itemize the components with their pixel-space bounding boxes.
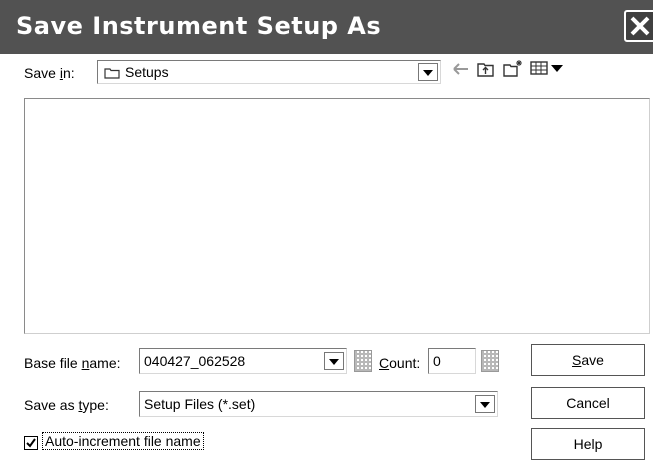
dialog-body: Save in: Setups Base file name: 040427_0…	[0, 54, 653, 466]
base-file-name-input[interactable]: 040427_062528	[139, 348, 347, 374]
close-icon	[630, 16, 650, 36]
title-bar[interactable]: Save Instrument Setup As	[0, 0, 653, 54]
count-input[interactable]: 0	[428, 348, 476, 374]
close-button[interactable]	[624, 10, 653, 42]
dialog-title: Save Instrument Setup As	[16, 12, 382, 40]
base-file-name-value: 040427_062528	[144, 353, 246, 369]
file-list[interactable]	[24, 98, 650, 334]
count-label: Count:	[379, 355, 421, 371]
save-in-value: Setups	[125, 64, 169, 80]
save-setup-dialog: Save Instrument Setup As Save in: Setups	[0, 0, 653, 466]
cancel-button[interactable]: Cancel	[531, 387, 645, 419]
save-in-dropdown[interactable]: Setups	[97, 60, 441, 84]
help-button[interactable]: Help	[531, 428, 645, 460]
view-menu-icon[interactable]	[530, 61, 566, 78]
keypad-icon[interactable]	[354, 350, 372, 372]
count-value: 0	[433, 353, 441, 369]
chevron-down-icon[interactable]	[324, 352, 344, 370]
chevron-down-icon[interactable]	[475, 395, 495, 413]
checkmark-icon	[26, 438, 36, 448]
chevron-down-icon[interactable]	[418, 63, 438, 81]
keypad-icon[interactable]	[481, 350, 499, 372]
save-button[interactable]: Save	[531, 344, 645, 376]
auto-increment-label[interactable]: Auto-increment file name	[42, 432, 204, 450]
save-as-type-label: Save as type:	[24, 397, 109, 413]
save-as-type-value: Setup Files (*.set)	[144, 396, 256, 412]
new-folder-icon[interactable]	[503, 59, 523, 81]
auto-increment-checkbox[interactable]	[24, 436, 38, 450]
base-file-name-label: Base file name:	[24, 355, 121, 371]
back-arrow-icon[interactable]	[452, 61, 470, 80]
up-folder-icon[interactable]	[477, 60, 495, 81]
save-in-label: Save in:	[24, 65, 75, 81]
save-as-type-dropdown[interactable]: Setup Files (*.set)	[139, 391, 498, 417]
folder-icon	[104, 66, 120, 82]
